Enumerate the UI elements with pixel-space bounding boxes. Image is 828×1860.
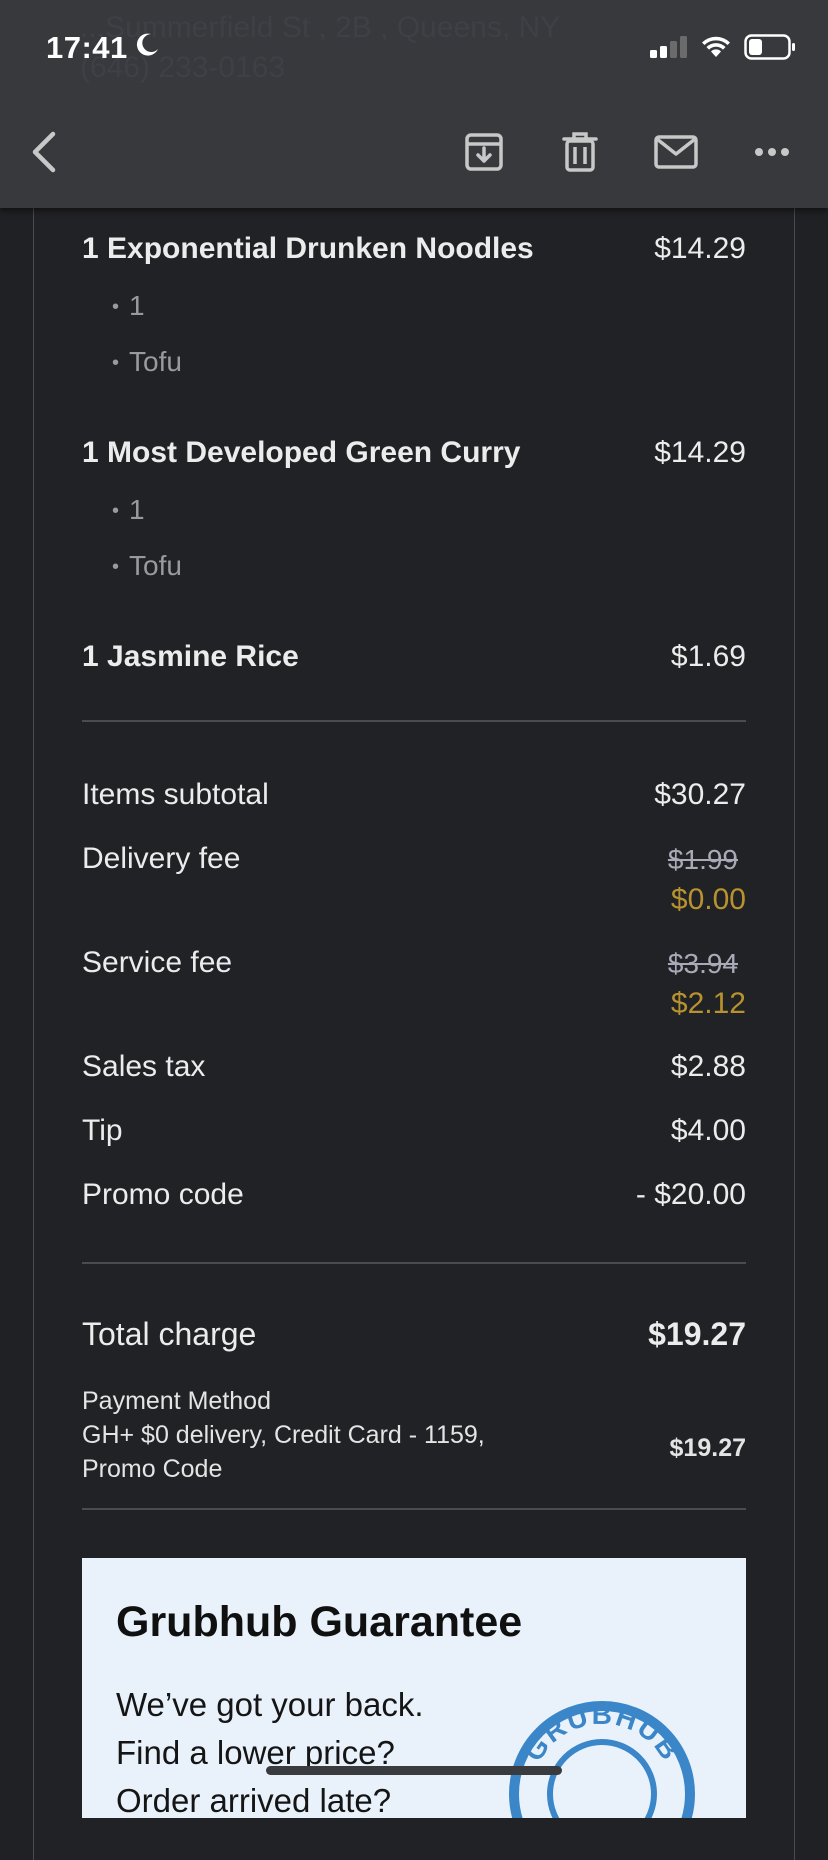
chevron-left-icon: [32, 131, 56, 173]
payment-method-line: Promo Code: [82, 1455, 223, 1483]
total-label: Total charge: [82, 1316, 257, 1352]
service-fee-row: Service fee: [82, 946, 746, 980]
item-name: 1 Exponential Drunken Noodles: [82, 232, 534, 265]
more-dots-icon: [755, 148, 789, 156]
promo-value: - $20.00: [635, 1178, 746, 1211]
subtotal-value: $30.27: [654, 778, 746, 811]
delivery-fee-original: $1.99: [667, 844, 738, 875]
item-name: 1 Most Developed Green Curry: [82, 436, 521, 469]
archive-button[interactable]: [454, 124, 514, 180]
delete-button[interactable]: [550, 124, 610, 180]
payment-method: Payment Method GH+ $0 delivery, Credit C…: [82, 1384, 582, 1486]
service-fee-original: $3.94: [667, 948, 738, 979]
total-row: Total charge $19.27: [82, 1316, 746, 1353]
subtotal-label: Items subtotal: [82, 778, 269, 811]
payment-amount: $19.27: [669, 1434, 746, 1462]
promo-label: Promo code: [82, 1178, 244, 1211]
subtotal-row: Items subtotal $30.27: [82, 778, 746, 812]
status-time: 17:41: [46, 30, 128, 65]
sales-tax-label: Sales tax: [82, 1050, 206, 1083]
service-fee-value: $2.12: [670, 987, 746, 1020]
guarantee-title: Grubhub Guarantee: [116, 1598, 523, 1646]
item-price: $14.29: [654, 436, 746, 469]
order-item: 1 Most Developed Green Curry $14.29: [82, 436, 746, 470]
item-price: $14.29: [654, 232, 746, 265]
sales-tax-row: Sales tax $2.88: [82, 1050, 746, 1084]
delivery-fee-label: Delivery fee: [82, 842, 241, 875]
guarantee-line: Order arrived late?: [116, 1782, 392, 1818]
tip-label: Tip: [82, 1114, 123, 1147]
battery-icon: [744, 34, 795, 60]
back-button[interactable]: [14, 124, 74, 180]
item-price: $1.69: [670, 640, 746, 673]
promo-row: Promo code - $20.00: [82, 1178, 746, 1212]
service-fee-label: Service fee: [82, 946, 233, 979]
item-modifier: • 1: [112, 494, 145, 525]
archive-down-icon: [465, 133, 503, 171]
cellular-signal-icon: [650, 36, 687, 58]
item-modifier: • Tofu: [112, 550, 182, 581]
payment-method-title: Payment Method: [82, 1387, 271, 1415]
tip-value: $4.00: [670, 1114, 746, 1147]
grubhub-badge-icon: GRUBHUB: [509, 1699, 695, 1818]
divider: [82, 720, 746, 722]
order-item: 1 Jasmine Rice $1.69: [82, 640, 746, 674]
divider: [82, 1508, 746, 1510]
payment-method-line: GH+ $0 delivery, Credit Card - 1159,: [82, 1421, 485, 1449]
more-button[interactable]: [742, 124, 802, 180]
delivery-fee-row: Delivery fee: [82, 842, 746, 876]
guarantee-line: We’ve got your back.: [116, 1686, 424, 1723]
tip-row: Tip $4.00: [82, 1114, 746, 1148]
item-modifier: • Tofu: [112, 346, 182, 377]
item-name: 1 Jasmine Rice: [82, 640, 299, 673]
order-item: 1 Exponential Drunken Noodles $14.29: [82, 232, 746, 266]
delivery-fee-value: $0.00: [670, 883, 746, 916]
home-indicator: [266, 1766, 562, 1775]
status-bar: ...Summerfield St , 2B , Queens, NY (646…: [0, 0, 828, 100]
status-icons: [650, 34, 796, 60]
item-modifier: • 1: [112, 290, 145, 321]
divider: [82, 1262, 746, 1264]
total-value: $19.27: [648, 1316, 746, 1352]
grubhub-guarantee-banner[interactable]: Grubhub Guarantee We’ve got your back. F…: [82, 1558, 746, 1818]
envelope-icon: [654, 135, 698, 169]
mail-button[interactable]: [646, 124, 706, 180]
sales-tax-value: $2.88: [670, 1050, 746, 1083]
wifi-icon: [702, 36, 730, 57]
moon-icon: [136, 33, 158, 56]
trash-icon: [562, 132, 598, 172]
